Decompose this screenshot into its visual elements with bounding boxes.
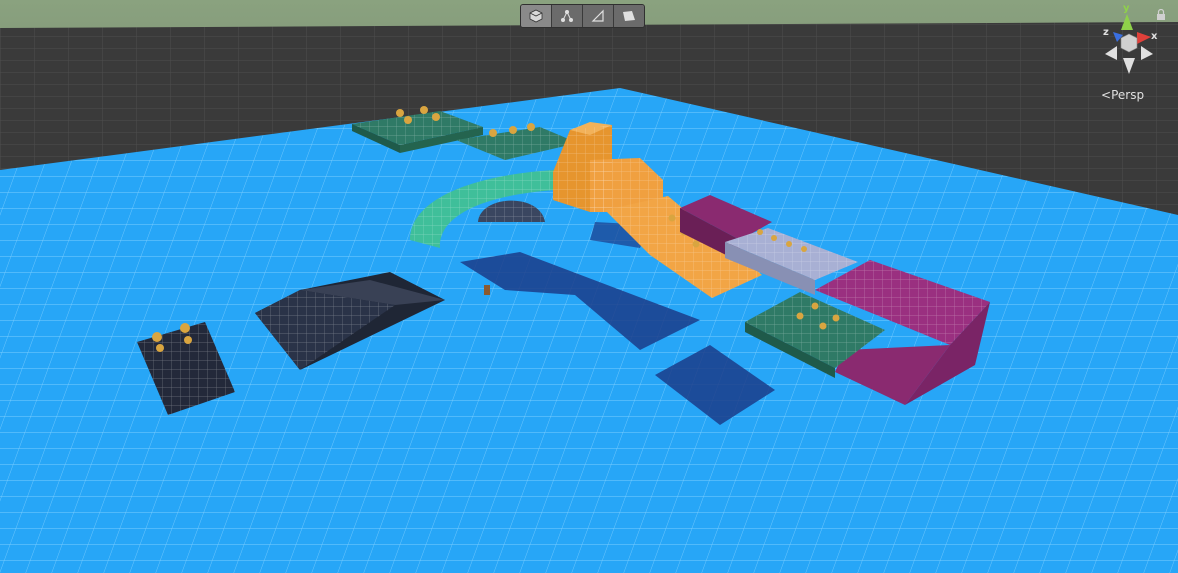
coin[interactable] (404, 116, 412, 124)
triangle-view-button[interactable] (583, 5, 614, 27)
coin[interactable] (432, 113, 440, 121)
coin[interactable] (832, 314, 840, 322)
coin[interactable] (527, 123, 535, 131)
quad-icon (623, 11, 635, 21)
coin[interactable] (796, 312, 804, 320)
coin[interactable] (801, 246, 807, 252)
coin[interactable] (757, 229, 763, 235)
coin[interactable] (692, 240, 700, 248)
coin[interactable] (786, 241, 792, 247)
scene-toolbar (520, 4, 645, 28)
y-axis-label: y (1123, 3, 1130, 14)
cube-icon (529, 9, 543, 23)
lock-icon[interactable] (1156, 6, 1166, 25)
coin[interactable] (420, 106, 428, 114)
coin[interactable] (509, 126, 517, 134)
gizmo-center-cube[interactable] (1120, 33, 1138, 53)
nodes-icon (561, 10, 573, 22)
coin[interactable] (152, 332, 162, 342)
player-character[interactable] (484, 285, 490, 295)
coin[interactable] (819, 322, 827, 330)
cube-view-button[interactable] (521, 5, 552, 27)
coin[interactable] (184, 336, 192, 344)
projection-label: Persp (1111, 88, 1145, 102)
coin[interactable] (156, 344, 164, 352)
y-axis-cone[interactable] (1121, 14, 1133, 30)
coin[interactable] (668, 214, 676, 222)
coin[interactable] (771, 235, 777, 241)
coin[interactable] (489, 129, 497, 137)
scene-canvas[interactable] (0, 0, 1178, 573)
x-axis-cone[interactable] (1137, 32, 1151, 44)
nodes-view-button[interactable] (552, 5, 583, 27)
orientation-gizmo[interactable]: y x z (1095, 2, 1165, 77)
scene-view[interactable]: y x z <Persp (0, 0, 1178, 573)
chevron-left-icon: < (1101, 88, 1112, 102)
quad-view-button[interactable] (614, 5, 644, 27)
x-axis-label: x (1151, 31, 1158, 42)
coin[interactable] (396, 109, 404, 117)
projection-toggle[interactable]: <Persp (1101, 88, 1144, 102)
coin[interactable] (811, 302, 819, 310)
coin[interactable] (180, 323, 190, 333)
triangle-icon (591, 9, 604, 22)
z-axis-label: z (1103, 27, 1109, 38)
